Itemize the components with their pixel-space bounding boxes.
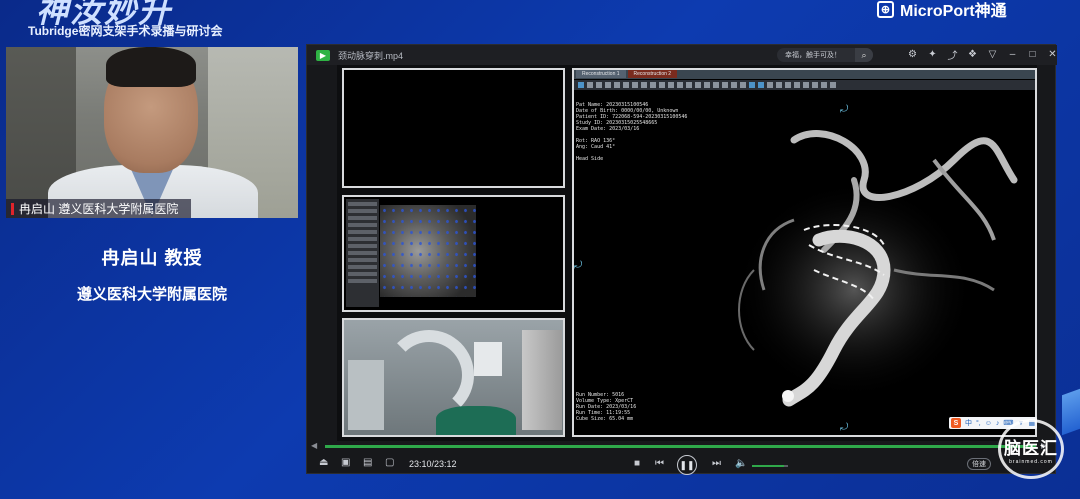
player-controls: ⏏ ▣ ▤ ▢ 23:10/23:12 ■ ⏮ ❚❚ ⏭ 🔈 倍速 [307, 453, 1057, 475]
rotate-bottom-icon[interactable]: ⤾ [840, 422, 848, 433]
volume-slider[interactable] [752, 465, 788, 467]
eject-icon[interactable]: ⏏ [319, 457, 328, 468]
close-icon[interactable]: ✕ [1047, 47, 1058, 61]
screenshot-icon[interactable]: ▢ [385, 457, 394, 468]
video-player: ▶ 颈动脉穿刺.mp4 幸福，触手可及！ ⌕ ⚙ ✦ ⤴ ❖ ▽ – □ ✕ Reconstr… [306, 44, 1057, 475]
watermark-sub: brainmed.com [1009, 458, 1053, 465]
ime-language: 中 [965, 420, 972, 427]
settings-icon[interactable]: ⚙ [907, 47, 918, 61]
rotate-left-icon[interactable]: ⤾ [574, 260, 582, 271]
speaker-name: 冉启山 教授 [101, 248, 203, 268]
playlist-icon[interactable]: ▣ [341, 457, 350, 468]
operating-drape [436, 406, 516, 435]
viewer-toolbar [574, 80, 1035, 90]
corner-decoration [1062, 388, 1080, 436]
watermark-text: 脑医汇 [1004, 438, 1058, 458]
video-pane-cath-lab [342, 318, 565, 437]
subtitle-icon[interactable]: ▤ [363, 457, 372, 468]
ime-logo-icon: S [951, 418, 961, 428]
speaker-caption-text: 冉启山 遵义医科大学附属医院 [19, 202, 179, 216]
volume-fill [752, 465, 785, 467]
stop-icon[interactable]: ■ [634, 458, 640, 469]
share-icon[interactable]: ⤴ [947, 47, 958, 62]
video-pane-software [342, 195, 565, 312]
brand-mark-icon: ⊕ [877, 0, 894, 18]
speaker-video [6, 47, 298, 218]
progress-fill [325, 445, 1036, 448]
previous-icon[interactable]: ⏮ [655, 458, 664, 469]
ime-mic-icon: ♪ [995, 419, 1000, 427]
speaker-affiliation: 遵义医科大学附属医院 [76, 286, 227, 303]
brand-name: MicroPort神通 [900, 3, 1007, 20]
viewer-tabs: Reconstruction 1 Reconstruction 2 [574, 70, 1035, 79]
watermark-logo: 脑医汇 brainmed.com [998, 419, 1064, 479]
speaker-caption: 冉启山 遵义医科大学附属医院 [6, 199, 191, 218]
meta-line: Head Side [576, 156, 604, 162]
progress-bar[interactable] [325, 445, 1037, 448]
viewer-tab-2[interactable]: Reconstruction 2 [627, 70, 678, 78]
bulb-icon[interactable]: ✦ [927, 47, 938, 61]
speed-button[interactable]: 倍速 [967, 458, 991, 470]
mini-sidebar [346, 199, 379, 307]
time-display: 23:10/23:12 [409, 459, 457, 469]
ime-punct-icon: °, [976, 419, 981, 427]
caption-accent-bar [11, 202, 14, 215]
vessel-3d-render [734, 130, 1018, 407]
mini-angiogram-overlay [380, 205, 476, 297]
volume-icon[interactable]: 🔈 [735, 458, 747, 469]
lab-monitor [474, 342, 502, 376]
viewer-tab-1[interactable]: Reconstruction 1 [576, 70, 626, 78]
brand-logo: ⊕ MicroPort神通 [877, 0, 1007, 21]
video-pane-3d-reconstruction: Reconstruction 1 Reconstruction 2 Pat Nam… [572, 68, 1037, 437]
ime-emoji-icon: ☺ [984, 419, 992, 427]
shirt-icon[interactable]: ▽ [987, 47, 998, 61]
lab-rack [522, 330, 562, 430]
video-pane-blank [342, 68, 565, 188]
speaker-hair [106, 47, 196, 87]
seek-back-arrow-icon[interactable]: ◀ [311, 441, 317, 450]
gift-icon[interactable]: ❖ [967, 47, 978, 61]
maximize-icon[interactable]: □ [1027, 47, 1038, 61]
search-icon[interactable]: ⌕ [855, 48, 873, 62]
player-app-icon[interactable]: ▶ [316, 49, 330, 61]
player-titlebar: ▶ 颈动脉穿刺.mp4 幸福，触手可及！ ⌕ ⚙ ✦ ⤴ ❖ ▽ – □ ✕ [307, 45, 1057, 65]
next-icon[interactable]: ⏭ [712, 458, 721, 469]
pause-button[interactable]: ❚❚ [677, 455, 697, 475]
rotate-top-icon[interactable]: ⤾ [840, 104, 848, 115]
event-subtitle: Tubridge密网支架手术录播与研讨会 [28, 24, 223, 38]
titlebar-icons: ⚙ ✦ ⤴ ❖ ▽ – □ ✕ [907, 47, 1058, 62]
run-meta: Run Number: 5016 Volume Type: XperCT Run D… [576, 392, 636, 422]
minimize-icon[interactable]: – [1007, 47, 1018, 61]
video-frame[interactable]: Reconstruction 1 Reconstruction 2 Pat Nam… [337, 65, 1037, 441]
lab-panel [348, 360, 384, 430]
patient-meta: Pat Name: 20230315100546 Date of Birth: 0… [576, 102, 687, 162]
file-name: 颈动脉穿刺.mp4 [338, 50, 404, 61]
meta-line: Cube Size: 65.04 mm [576, 416, 634, 422]
